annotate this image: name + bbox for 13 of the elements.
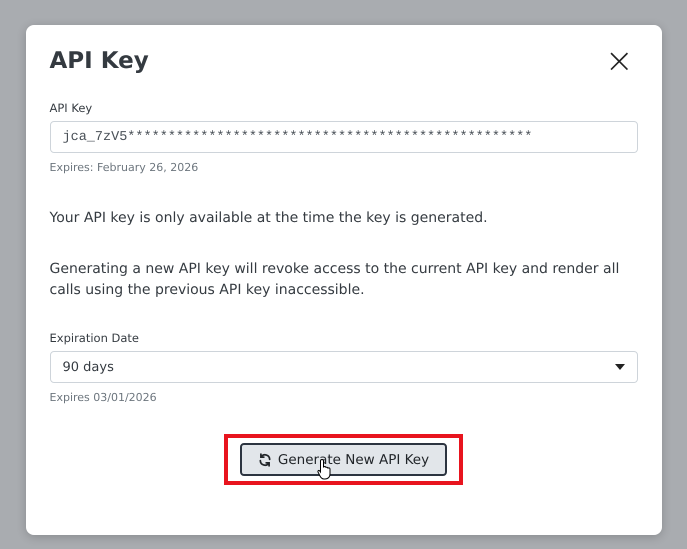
field-label: API Key — [50, 101, 94, 115]
api-key-field[interactable]: jca_7zV5************************************************** — [50, 121, 638, 153]
close-button[interactable]: × — [601, 47, 638, 75]
generate-key-button[interactable]: Generate New API Key — [240, 443, 448, 476]
dialog-title: API Key — [50, 48, 149, 74]
info-paragraph: Your API key is only available at the time the key is generated. — [50, 209, 489, 228]
expiry-hint: Expires 03/01/2026 — [50, 391, 158, 404]
warning-paragraph: Generating a new API key will revoke access to the current API key and render all calls using the previous API key inaccessible. — [50, 260, 620, 300]
expiration-select[interactable]: 90 days — [50, 351, 638, 383]
expiry-hint: Expires: February 26, 2026 — [50, 161, 200, 174]
refresh-icon — [258, 452, 272, 466]
dropdown-caret-icon — [614, 364, 624, 370]
field-label: Expiration Date — [50, 331, 140, 345]
